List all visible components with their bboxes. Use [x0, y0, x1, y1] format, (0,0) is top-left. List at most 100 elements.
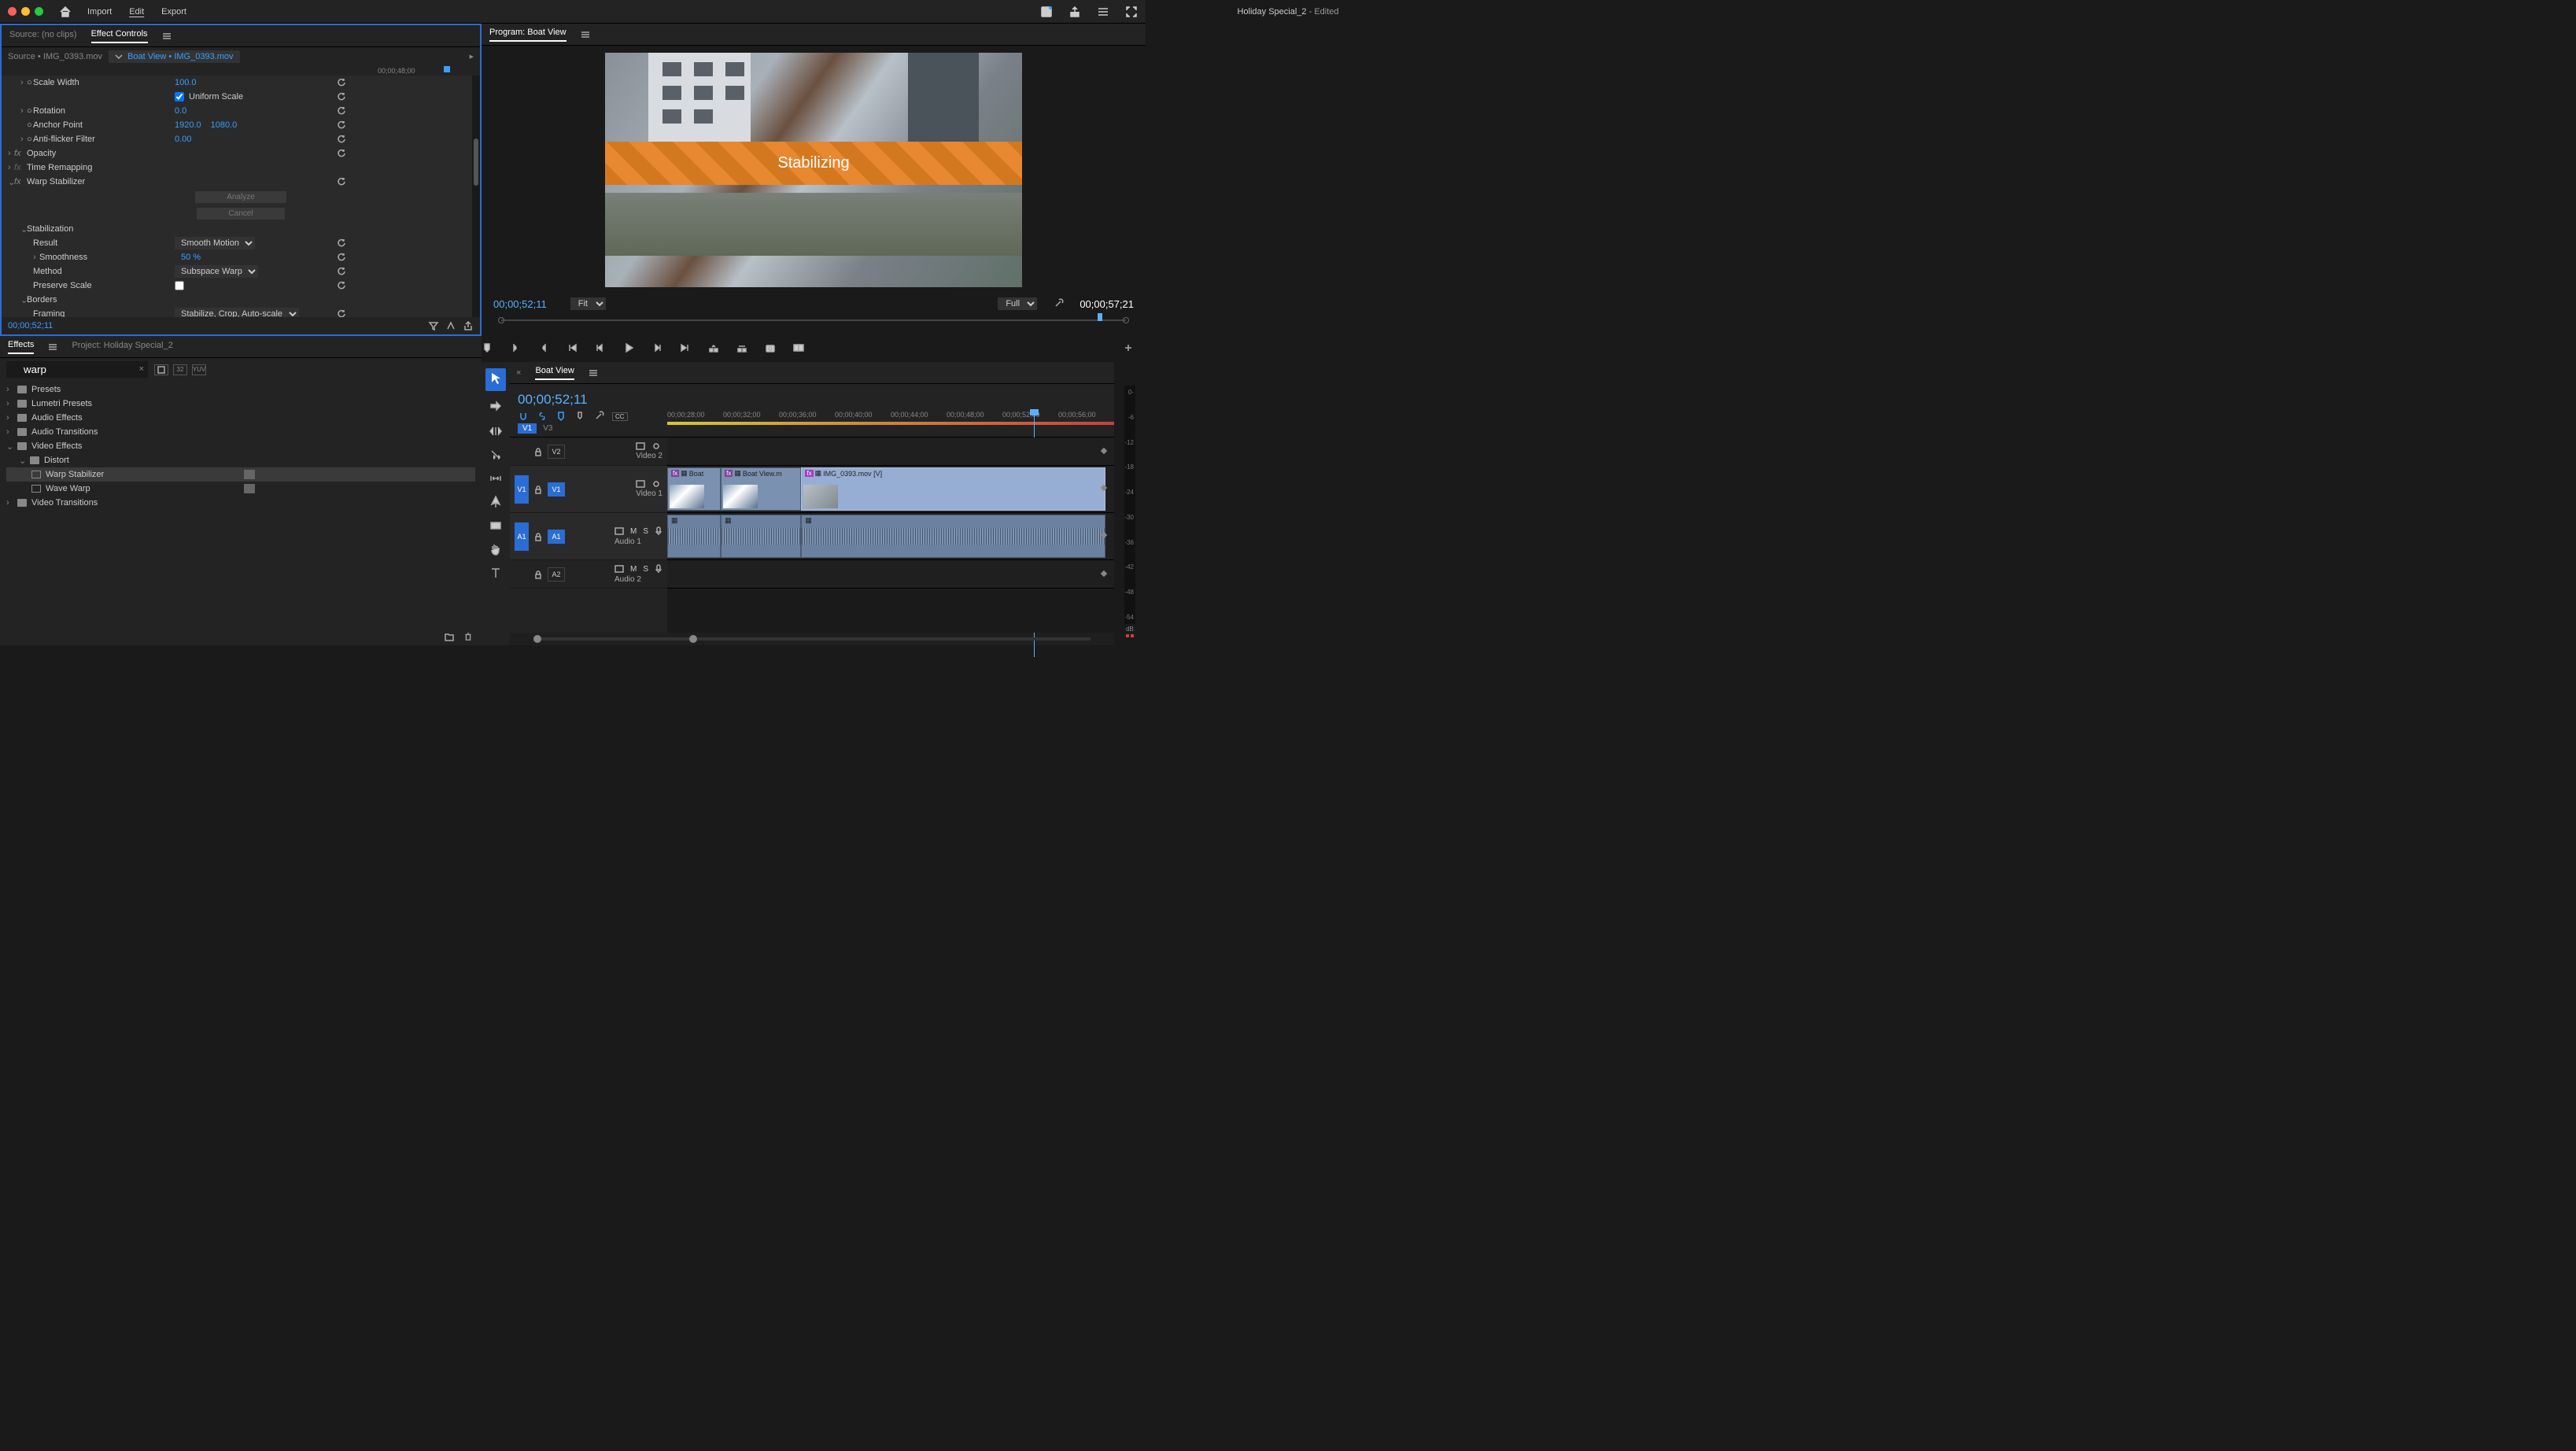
reset-icon[interactable]: [337, 267, 346, 276]
lock-icon[interactable]: [533, 570, 543, 579]
framing-dropdown[interactable]: Stabilize, Crop, Auto-scale: [175, 308, 299, 317]
project-tab[interactable]: Project: Holiday Special_2: [72, 341, 172, 353]
a1-track-target[interactable]: A1: [548, 530, 565, 544]
close-window-icon[interactable]: [8, 7, 17, 16]
scrubber-start-handle[interactable]: [498, 317, 504, 323]
mark-out-icon[interactable]: [538, 342, 549, 353]
reset-icon[interactable]: [337, 238, 346, 248]
mute-toggle[interactable]: M: [630, 527, 637, 536]
linked-selection-icon[interactable]: [537, 411, 548, 422]
toggle-sync-lock-icon[interactable]: [651, 442, 661, 450]
fullscreen-icon[interactable]: [1125, 6, 1138, 18]
go-to-in-icon[interactable]: [566, 342, 578, 353]
anchor-y-value[interactable]: 1080.0: [211, 120, 238, 130]
scrubber-end-handle[interactable]: [1123, 317, 1129, 323]
fx-icon[interactable]: fx: [14, 177, 27, 186]
smoothness-value[interactable]: 50 %: [181, 253, 201, 262]
edit-tab[interactable]: Edit: [129, 7, 144, 17]
toggle-output-icon[interactable]: [614, 565, 624, 573]
reset-icon[interactable]: [337, 177, 346, 186]
twisty-icon[interactable]: ›: [6, 413, 13, 423]
settings-icon[interactable]: [1053, 298, 1064, 309]
toggle-output-icon[interactable]: [614, 527, 624, 535]
yuv-badge-icon[interactable]: YUV: [192, 364, 206, 375]
uniform-scale-checkbox[interactable]: [175, 92, 184, 102]
audio-clip[interactable]: ▦: [667, 515, 721, 558]
effects-search-input[interactable]: [6, 361, 148, 378]
mute-toggle[interactable]: M: [630, 565, 637, 574]
lock-icon[interactable]: [533, 532, 543, 541]
video-effects-folder[interactable]: Video Effects: [31, 441, 82, 451]
zoom-level-dropdown[interactable]: Fit: [570, 297, 606, 310]
panel-menu-icon[interactable]: [48, 343, 57, 351]
twisty-icon[interactable]: ›: [33, 253, 39, 262]
v3-display-tab[interactable]: V3: [538, 423, 557, 434]
effect-controls-scrollbar[interactable]: [472, 76, 480, 317]
twisty-icon[interactable]: ⌄: [19, 456, 25, 466]
track-height-handle[interactable]: [1101, 448, 1107, 454]
panel-menu-icon[interactable]: [589, 369, 598, 377]
timeline-timecode[interactable]: 00;00;52;11: [518, 392, 659, 408]
track-select-tool-icon[interactable]: [489, 401, 503, 415]
twisty-icon[interactable]: ›: [6, 427, 13, 437]
program-current-timecode[interactable]: 00;00;52;11: [493, 298, 547, 310]
twisty-icon[interactable]: ⌄: [20, 295, 27, 305]
twisty-icon[interactable]: ›: [8, 149, 14, 158]
reset-icon[interactable]: [337, 149, 346, 158]
source-panel-tab[interactable]: Source: (no clips): [9, 30, 77, 42]
audio-meters[interactable]: 0- -6 -12 -18 -24 -30 -36 -42 -48 -54 dB: [1114, 362, 1146, 645]
effects-toggle-icon[interactable]: [445, 320, 456, 331]
v1-track-target[interactable]: V1: [548, 482, 565, 497]
resolution-dropdown[interactable]: Full: [998, 297, 1037, 310]
extract-icon[interactable]: [736, 342, 747, 353]
toggle-output-icon[interactable]: [636, 442, 645, 450]
share-clip-icon[interactable]: [463, 320, 474, 331]
method-dropdown[interactable]: Subspace Warp: [175, 265, 258, 278]
result-dropdown[interactable]: Smooth Motion: [175, 237, 255, 249]
lumetri-presets-folder[interactable]: Lumetri Presets: [31, 399, 92, 408]
timeline-zoom-slider[interactable]: [533, 637, 1091, 641]
program-tab[interactable]: Program: Boat View: [489, 28, 566, 42]
solo-toggle[interactable]: S: [643, 527, 648, 536]
timeline-marker-icon[interactable]: [574, 411, 585, 422]
twisty-icon[interactable]: ›: [8, 163, 14, 172]
reset-icon[interactable]: [337, 281, 346, 290]
wave-warp-effect[interactable]: Wave Warp: [46, 484, 90, 493]
lock-icon[interactable]: [533, 447, 543, 456]
fx-icon[interactable]: fx: [14, 149, 27, 158]
type-tool-icon[interactable]: [489, 566, 503, 580]
add-marker-icon[interactable]: [482, 342, 493, 353]
video-clip-selected[interactable]: fx▦IMG_0393.mov [V]: [801, 467, 1105, 511]
audio-clip[interactable]: ▦: [801, 515, 1105, 558]
warp-stabilizer-effect[interactable]: Warp Stabilizer: [46, 470, 104, 479]
audio-clip[interactable]: ▦: [721, 515, 801, 558]
share-icon[interactable]: [1068, 6, 1081, 18]
comparison-view-icon[interactable]: [793, 342, 804, 353]
toggle-sync-lock-icon[interactable]: [651, 480, 661, 488]
voiceover-icon[interactable]: [655, 564, 662, 574]
reset-icon[interactable]: [337, 253, 346, 262]
quick-export-icon[interactable]: [1040, 6, 1053, 18]
ec-master-clip-dropdown[interactable]: Boat View • IMG_0393.mov: [109, 50, 240, 63]
v2-track-target[interactable]: V2: [548, 445, 565, 459]
rectangle-tool-icon[interactable]: [489, 519, 503, 533]
twisty-icon[interactable]: ⌄: [20, 224, 27, 234]
home-icon[interactable]: [59, 6, 72, 17]
antiflicker-value[interactable]: 0.00: [175, 135, 191, 144]
minimize-window-icon[interactable]: [21, 7, 30, 16]
timeline-ruler[interactable]: 00;00;28;00 00;00;32;00 00;00;36;00 00;0…: [667, 384, 1114, 437]
distort-folder[interactable]: Distort: [44, 456, 69, 465]
program-scrubber[interactable]: [493, 313, 1134, 327]
mark-in-icon[interactable]: [510, 342, 521, 353]
video-clip[interactable]: fx▦Boat View.m: [721, 467, 801, 511]
twisty-icon[interactable]: ›: [20, 78, 27, 87]
anchor-x-value[interactable]: 1920.0: [175, 120, 201, 130]
filter-icon[interactable]: [428, 320, 439, 331]
twisty-icon[interactable]: ›: [6, 498, 13, 508]
step-back-icon[interactable]: [595, 342, 606, 353]
voiceover-icon[interactable]: [655, 526, 662, 536]
zoom-handle-left[interactable]: [533, 635, 541, 643]
ec-playhead[interactable]: [444, 66, 450, 72]
presets-folder[interactable]: Presets: [31, 385, 61, 394]
close-sequence-icon[interactable]: ×: [516, 368, 521, 378]
